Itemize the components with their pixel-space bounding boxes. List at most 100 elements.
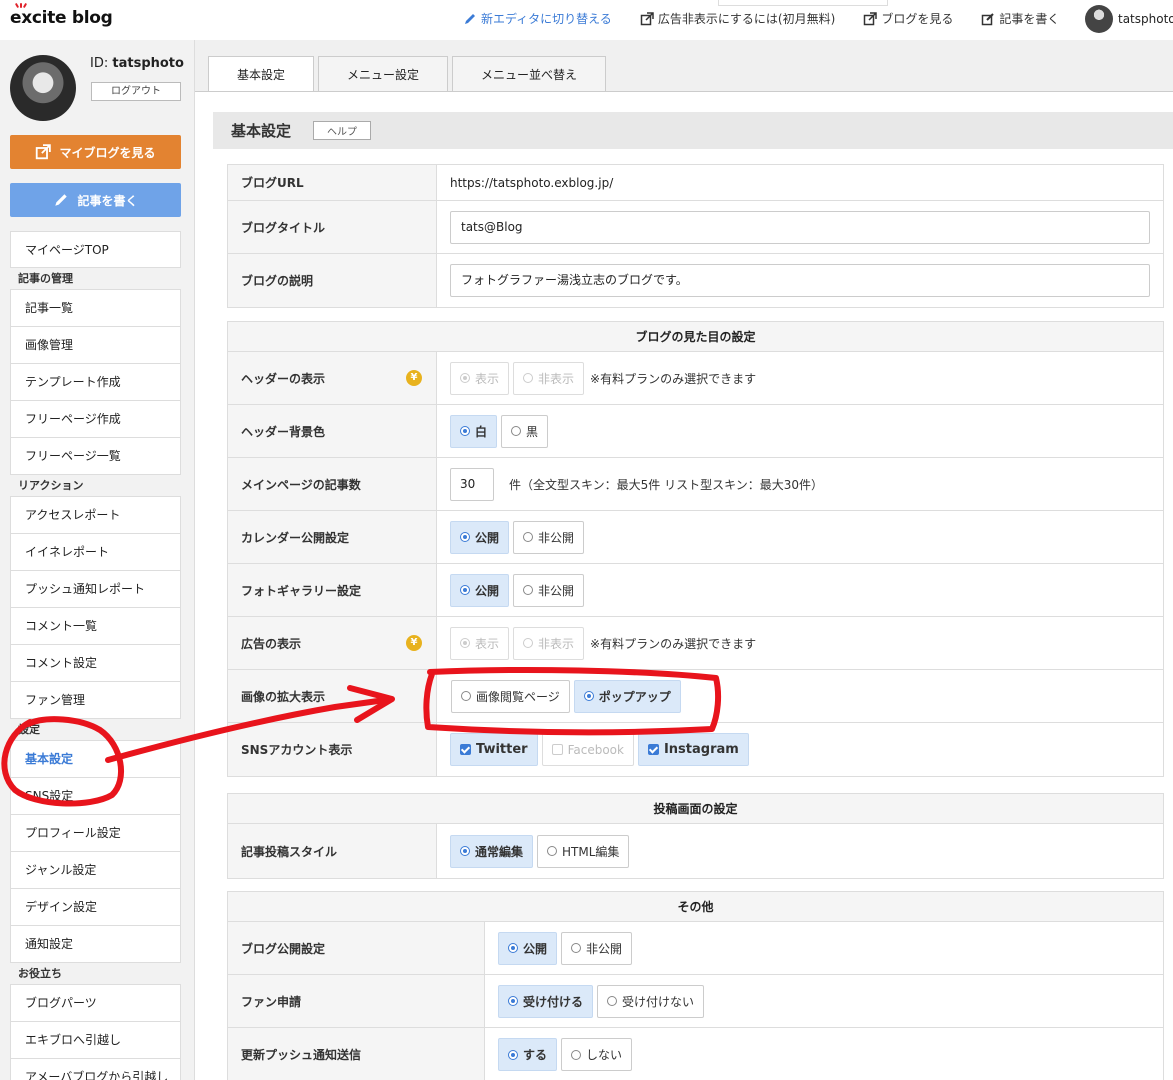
sidebar-item-freepage-list[interactable]: フリーページ一覧 bbox=[10, 438, 181, 475]
sidebar-item-access-report[interactable]: アクセスレポート bbox=[10, 497, 181, 534]
radio-icon bbox=[523, 532, 534, 542]
sidebar-item-comment-settings[interactable]: コメント設定 bbox=[10, 645, 181, 682]
blog-url-value: https://tatsphoto.exblog.jp/ bbox=[450, 175, 614, 190]
radio-icon bbox=[508, 996, 518, 1006]
tab-basic-settings[interactable]: 基本設定 bbox=[208, 56, 315, 92]
settings-panel: 基本設定 ヘルプ ブログURL https://tatsphoto.exblog… bbox=[195, 91, 1173, 1080]
gallery-private-radio[interactable]: 非公開 bbox=[513, 573, 585, 607]
row-fan-request: ファン申請 受け付ける 受け付けない bbox=[228, 975, 1163, 1028]
publish-private-radio[interactable]: 非公開 bbox=[561, 931, 633, 965]
view-my-blog-button[interactable]: マイブログを見る bbox=[10, 135, 181, 169]
row-image-zoom: 画像の拡大表示 画像閲覧ページ ポップアップ bbox=[228, 670, 1163, 723]
sidebar-item-mypage-top[interactable]: マイページTOP bbox=[10, 231, 181, 268]
sidebar-item-sns-settings[interactable]: SNS設定 bbox=[10, 778, 181, 815]
row-publish: ブログ公開設定 公開 非公開 bbox=[228, 922, 1163, 975]
radio-icon bbox=[460, 532, 470, 542]
push-off-radio[interactable]: しない bbox=[561, 1038, 633, 1071]
fan-accept-radio[interactable]: 受け付ける bbox=[498, 984, 594, 1018]
header-show-radio: 表示 bbox=[450, 361, 510, 395]
sidebar-item-basic-settings[interactable]: 基本設定 bbox=[10, 741, 181, 778]
sidebar-item-templates[interactable]: テンプレート作成 bbox=[10, 364, 181, 401]
label-ads: 広告の表示 ¥ bbox=[228, 617, 437, 669]
remove-ads-link[interactable]: 広告非表示にするには(初月無料) bbox=[640, 10, 835, 27]
sidebar-group-title: 設定 bbox=[10, 719, 181, 741]
radio-icon bbox=[523, 373, 534, 383]
sidebar-item-migrate-exblog[interactable]: エキブロへ引越し bbox=[10, 1022, 181, 1059]
radio-icon bbox=[460, 426, 470, 436]
row-gallery: フォトギャラリー設定 公開 非公開 bbox=[228, 564, 1163, 617]
row-blog-description: ブログの説明 フォトグラファー湯浅立志のブログです。 bbox=[228, 254, 1163, 307]
header-bg-white-radio[interactable]: 白 bbox=[450, 414, 498, 448]
label-post-style: 記事投稿スタイル bbox=[228, 824, 437, 878]
publish-public-radio[interactable]: 公開 bbox=[498, 931, 558, 965]
label-calendar: カレンダー公開設定 bbox=[228, 511, 437, 563]
sidebar-item-fans[interactable]: ファン管理 bbox=[10, 682, 181, 719]
section-heading: 投稿画面の設定 bbox=[228, 794, 1163, 824]
ads-show-radio: 表示 bbox=[450, 626, 510, 660]
image-zoom-page-radio[interactable]: 画像閲覧ページ bbox=[451, 679, 570, 713]
sidebar-item-push-report[interactable]: プッシュ通知レポート bbox=[10, 571, 181, 608]
label-image-zoom: 画像の拡大表示 bbox=[228, 670, 437, 722]
top-header: excite blog 新エディタに切り替える 広告非表示にするには(初月無料)… bbox=[0, 0, 1173, 40]
sidebar-item-freepage-create[interactable]: フリーページ作成 bbox=[10, 401, 181, 438]
sidebar-item-comments[interactable]: コメント一覧 bbox=[10, 608, 181, 645]
label-sns: SNSアカウント表示 bbox=[228, 723, 437, 776]
user-menu[interactable]: tatsphoto bbox=[1085, 5, 1173, 33]
instagram-checkbox[interactable]: Instagram bbox=[637, 733, 749, 766]
radio-icon bbox=[571, 1049, 582, 1060]
html-edit-radio[interactable]: HTML編集 bbox=[537, 834, 630, 868]
sidebar-item-images[interactable]: 画像管理 bbox=[10, 327, 181, 364]
user-avatar bbox=[1085, 5, 1113, 33]
radio-icon bbox=[583, 691, 594, 701]
tab-menu-settings[interactable]: メニュー設定 bbox=[318, 56, 449, 91]
gallery-public-radio[interactable]: 公開 bbox=[450, 573, 510, 607]
sidebar-item-design[interactable]: デザイン設定 bbox=[10, 889, 181, 926]
logout-button[interactable]: ログアウト bbox=[91, 82, 181, 101]
basic-info-table: ブログURL https://tatsphoto.exblog.jp/ ブログタ… bbox=[227, 164, 1164, 308]
write-post-link[interactable]: 記事を書く bbox=[981, 10, 1059, 27]
image-zoom-popup-radio[interactable]: ポップアップ bbox=[573, 679, 681, 713]
pencil-icon bbox=[55, 194, 68, 206]
post-count-note: 件（全文型スキン：最大5件 リスト型スキン：最大30件） bbox=[509, 477, 824, 492]
row-calendar: カレンダー公開設定 公開 非公開 bbox=[228, 511, 1163, 564]
write-article-button[interactable]: 記事を書く bbox=[10, 183, 181, 217]
checkbox-checked-icon bbox=[460, 744, 471, 755]
sidebar-item-like-report[interactable]: イイネレポート bbox=[10, 534, 181, 571]
sidebar-item-migrate-ameba[interactable]: アメーバブログから引越し bbox=[10, 1059, 181, 1080]
blog-title-input[interactable]: tats@Blog bbox=[450, 210, 1150, 244]
help-button[interactable]: ヘルプ bbox=[313, 121, 372, 140]
fan-reject-radio[interactable]: 受け付けない bbox=[597, 984, 705, 1018]
section-heading: ブログの見た目の設定 bbox=[228, 322, 1163, 352]
row-post-style: 記事投稿スタイル 通常編集 HTML編集 bbox=[228, 824, 1163, 878]
switch-editor-link[interactable]: 新エディタに切り替える bbox=[463, 10, 612, 27]
tab-menu-order[interactable]: メニュー並べ替え bbox=[452, 56, 607, 91]
sidebar-item-profile[interactable]: プロフィール設定 bbox=[10, 815, 181, 852]
radio-icon bbox=[508, 1049, 518, 1060]
excite-blog-logo[interactable]: excite blog bbox=[10, 2, 113, 28]
push-on-radio[interactable]: する bbox=[498, 1038, 558, 1071]
sidebar-item-notifications[interactable]: 通知設定 bbox=[10, 926, 181, 963]
header-bg-black-radio[interactable]: 黒 bbox=[501, 414, 549, 448]
post-count-input[interactable]: 30 bbox=[450, 467, 494, 501]
blog-description-input[interactable]: フォトグラファー湯浅立志のブログです。 bbox=[450, 264, 1150, 297]
calendar-private-radio[interactable]: 非公開 bbox=[513, 520, 585, 554]
edit-icon bbox=[982, 12, 995, 25]
label-blog-title: ブログタイトル bbox=[228, 201, 437, 253]
username: tatsphoto bbox=[1118, 12, 1173, 26]
sidebar-item-genre[interactable]: ジャンル設定 bbox=[10, 852, 181, 889]
profile-id: ID: tatsphoto bbox=[90, 56, 184, 71]
label-fan-request: ファン申請 bbox=[228, 975, 485, 1027]
calendar-public-radio[interactable]: 公開 bbox=[450, 520, 510, 554]
twitter-checkbox[interactable]: Twitter bbox=[450, 733, 538, 766]
premium-note: ※有料プランのみ選択できます bbox=[590, 636, 757, 651]
external-link-icon bbox=[640, 11, 654, 25]
posting-table: 投稿画面の設定 記事投稿スタイル 通常編集 HTML編集 bbox=[227, 793, 1164, 879]
radio-icon bbox=[571, 943, 582, 953]
sidebar-item-articles[interactable]: 記事一覧 bbox=[10, 290, 181, 327]
sidebar-item-blog-parts[interactable]: ブログパーツ bbox=[10, 985, 181, 1022]
profile-avatar bbox=[10, 55, 76, 121]
logo-spark-icon bbox=[14, 2, 28, 9]
normal-edit-radio[interactable]: 通常編集 bbox=[450, 834, 534, 868]
premium-note: ※有料プランのみ選択できます bbox=[590, 371, 757, 386]
view-blog-link[interactable]: ブログを見る bbox=[863, 10, 953, 27]
